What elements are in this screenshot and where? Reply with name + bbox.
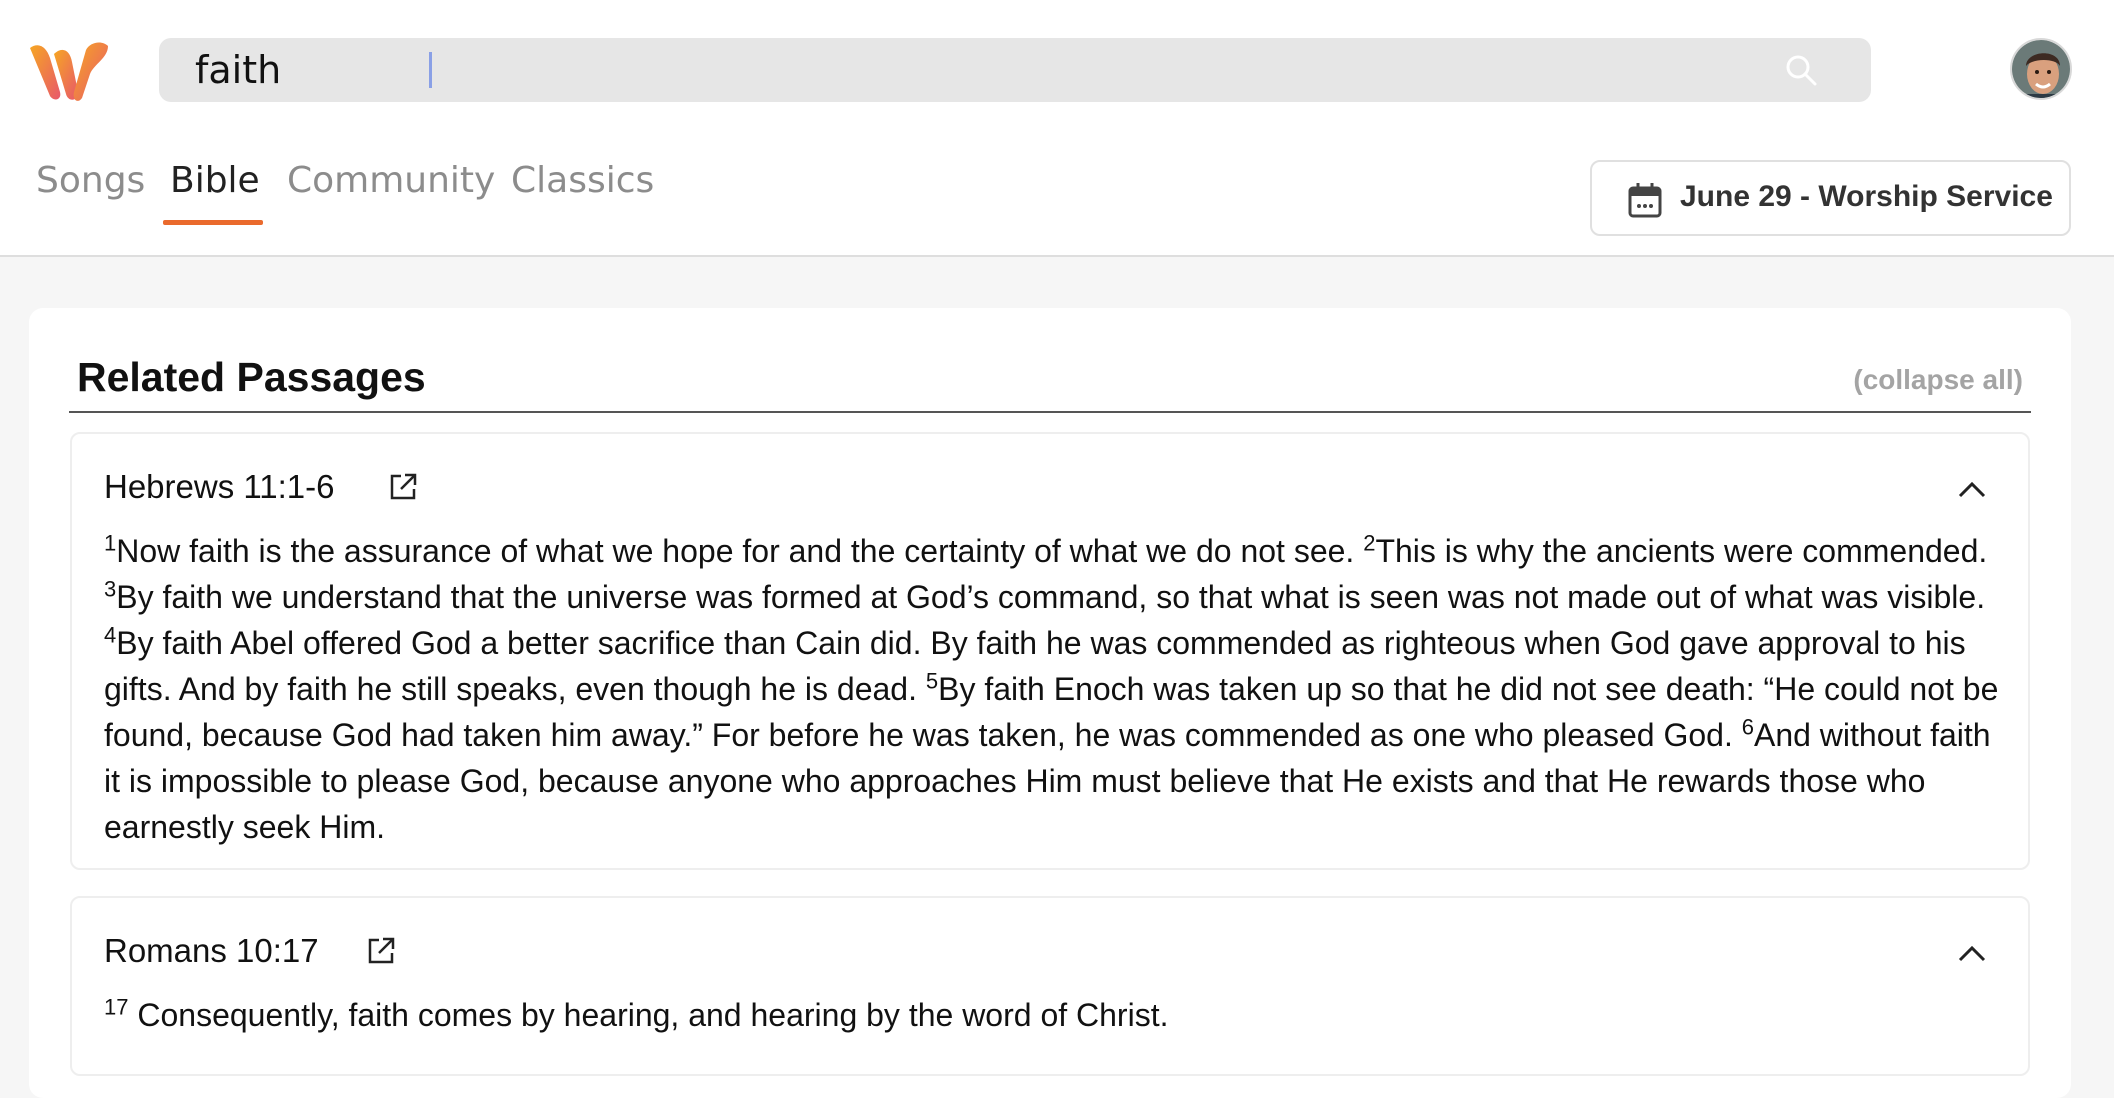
tab-songs[interactable]: Songs [36,160,145,226]
text-caret [429,52,432,88]
avatar[interactable] [2010,38,2072,100]
passage-card: Hebrews 11:1-6 1Now faith is the assuran… [70,432,2030,870]
passage-card: Romans 10:17 17 Consequently, faith come… [70,896,2030,1076]
external-link-icon[interactable] [388,472,418,502]
divider [69,411,2031,413]
chevron-up-icon[interactable] [1956,942,1988,964]
calendar-icon [1628,183,1662,218]
top-bar: Songs Bible Community Classics June 29 -… [0,0,2114,257]
verse-number: 3 [104,576,117,602]
verse-text: Consequently, faith comes by hearing, an… [128,997,1169,1033]
user-avatar-icon [2012,40,2070,98]
search-bar[interactable] [159,38,1871,102]
event-selector-button[interactable]: June 29 - Worship Service [1590,160,2071,236]
verse-number: 17 [104,994,129,1020]
verse-number: 6 [1741,714,1754,740]
tab-classics[interactable]: Classics [511,160,654,226]
verse-text: By faith we understand that the universe… [116,579,1986,615]
search-input[interactable] [195,38,1695,102]
passage-text: 17 Consequently, faith comes by hearing,… [104,992,2004,1038]
verse-number: 1 [104,530,117,556]
external-link-icon[interactable] [366,936,396,966]
w-logo-icon[interactable] [28,40,110,104]
verse-text: Now faith is the assurance of what we ho… [116,533,1364,569]
tab-bible[interactable]: Bible [170,160,260,226]
verse-text: This is why the ancients were commended. [1375,533,1988,569]
verse-number: 4 [104,622,117,648]
active-tab-indicator [163,220,263,225]
verse-number: 2 [1363,530,1376,556]
search-icon[interactable] [1783,52,1819,88]
collapse-all-link[interactable]: (collapse all) [1853,364,2023,396]
chevron-up-icon[interactable] [1956,478,1988,500]
passage-text: 1Now faith is the assurance of what we h… [104,528,2004,850]
passage-reference: Hebrews 11:1-6 [104,468,335,505]
event-label: June 29 - Worship Service [1680,180,2053,213]
verse-number: 5 [925,668,939,694]
passage-reference: Romans 10:17 [104,932,319,969]
related-passages-panel: Related Passages (collapse all) Hebrews … [29,308,2071,1098]
tab-community[interactable]: Community [287,160,495,226]
section-title: Related Passages [77,354,426,400]
